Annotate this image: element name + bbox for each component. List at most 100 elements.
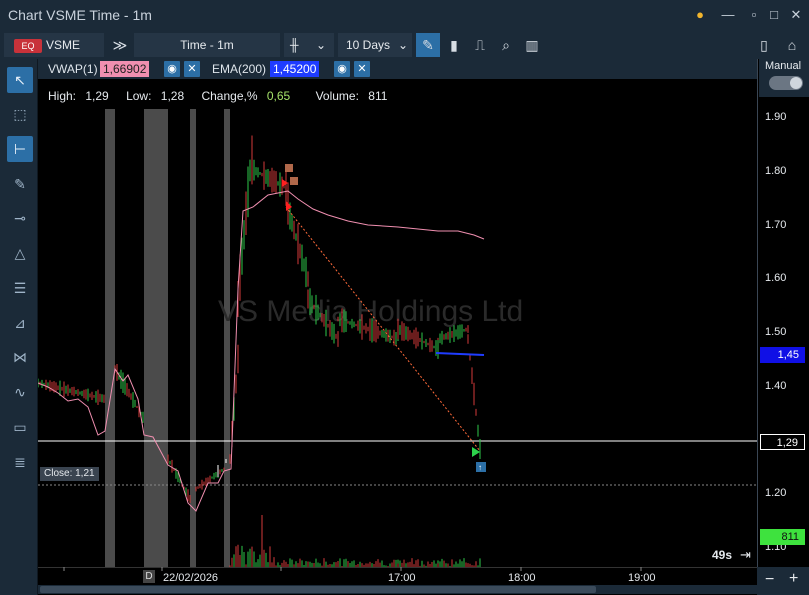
candles-icon: ╫: [290, 38, 299, 52]
zoom-in-icon[interactable]: +: [789, 570, 798, 588]
sell-marker: [282, 179, 288, 187]
fibonacci-icon[interactable]: ☰: [7, 275, 33, 301]
watermark: VS Media Holdings Ltd: [218, 295, 523, 328]
ema-line: [435, 352, 485, 356]
ohlc-stats: High: 1,29 Low: 1,28 Change,% 0,65 Volum…: [48, 89, 393, 103]
day-marker: D: [143, 570, 155, 583]
manual-scale: Manual: [759, 59, 809, 97]
trade-marker: [285, 164, 293, 172]
window-title: Chart VSME Time - 1m: [8, 7, 152, 23]
ema-label: EMA(200): [212, 62, 267, 76]
session-gap: [144, 109, 168, 567]
last-price-badge: 1,29: [760, 434, 805, 450]
time-label: 22/02/2026: [163, 572, 219, 584]
price-tick: 1.90: [765, 111, 787, 123]
pattern-icon[interactable]: ⊿: [7, 310, 33, 336]
list-icon[interactable]: ≣: [7, 449, 33, 475]
time-label: 18:00: [508, 572, 536, 584]
vwap-line: [38, 190, 485, 512]
symbol-label: VSME: [46, 38, 81, 52]
star-icon[interactable]: ●: [690, 5, 710, 25]
triangle-icon[interactable]: △: [7, 240, 33, 266]
maximize-icon[interactable]: □: [764, 5, 784, 25]
change-label: Change,%: [201, 89, 258, 103]
draw-pencil-icon[interactable]: ✎: [416, 33, 440, 57]
buy-marker: [472, 447, 480, 457]
time-label: 19:00: [628, 572, 656, 584]
ema-price-badge: 1,45: [760, 347, 805, 363]
session-gap: [190, 109, 196, 567]
exchange-badge: EQ: [14, 39, 42, 53]
trend-line[interactable]: [285, 206, 481, 452]
chart-canvas[interactable]: VS Media Holdings Ltd ↑: [38, 59, 757, 567]
search-icon[interactable]: ⌕: [494, 33, 518, 57]
ruler-icon[interactable]: ▭: [7, 414, 33, 440]
chevrons-icon[interactable]: ≫: [108, 33, 132, 57]
volume-label: Volume:: [315, 89, 359, 103]
close-marker: Close: 1,21: [40, 467, 99, 481]
eye-icon[interactable]: ◉: [334, 61, 350, 77]
phone-icon[interactable]: ▯: [752, 33, 776, 57]
vwap-label: VWAP(1): [48, 62, 98, 76]
sell-marker: [286, 201, 292, 211]
price-tick: 1.50: [765, 326, 787, 338]
manual-toggle[interactable]: [769, 76, 803, 90]
cursor-icon[interactable]: ↖: [7, 67, 33, 93]
crosshair-range-icon[interactable]: ⊢: [7, 136, 33, 162]
price-tick: 1.60: [765, 272, 787, 284]
gann-icon[interactable]: ⋈: [7, 344, 33, 370]
basket-icon[interactable]: ⌂: [780, 33, 804, 57]
bar-countdown: 49s: [712, 548, 733, 562]
pencil-lock-icon[interactable]: ✎: [7, 171, 33, 197]
low-label: Low:: [126, 89, 152, 103]
manual-label: Manual: [765, 60, 802, 72]
price-tick: 1.40: [765, 380, 787, 392]
minimize-icon[interactable]: —: [718, 5, 738, 25]
toolbar: EQ VSME ≫ Time - 1m ╫ ⌄ 10 Days ⌄ ✎ ▮ ⎍ …: [0, 31, 809, 59]
high-label: High:: [48, 89, 77, 103]
volume-value: 811: [368, 89, 388, 103]
zoom-controls: − +: [757, 567, 809, 595]
price-chart: VS Media Holdings Ltd ↑: [38, 109, 757, 567]
indicator-legend: VWAP(1) 1,66902 ◉ ✕ EMA(200) 1,45200 ◉ ✕: [38, 59, 757, 79]
zoom-out-icon[interactable]: −: [765, 571, 774, 589]
horizontal-line-icon[interactable]: ⊸: [7, 205, 33, 231]
session-gap: [105, 109, 115, 567]
session-gap: [224, 109, 230, 567]
volume-bars: [229, 515, 481, 567]
drawing-tools-sidebar: ↖ ⬚ ⊢ ✎ ⊸ △ ☰ ⊿ ⋈ ∿ ▭ ≣: [0, 59, 38, 595]
elliott-wave-icon[interactable]: ∿: [7, 379, 33, 405]
timeframe-selector[interactable]: Time - 1m: [134, 33, 280, 57]
close-icon[interactable]: ✕: [184, 61, 200, 77]
price-tick: 1.20: [765, 487, 787, 499]
time-label: 17:00: [388, 572, 416, 584]
volume-badge: 811: [760, 529, 805, 545]
chevron-down-icon: ⌄: [398, 38, 409, 52]
scrollbar-thumb[interactable]: [40, 586, 596, 593]
chevron-down-icon: ⌄: [316, 38, 327, 52]
symbol-selector[interactable]: EQ VSME: [4, 33, 104, 57]
high-value: 1,29: [85, 89, 109, 103]
vwap-value: 1,66902: [100, 61, 150, 77]
ema-value: 1,45200: [270, 61, 320, 77]
price-tick: 1.80: [765, 165, 787, 177]
period-label: 10 Days: [346, 38, 391, 52]
eye-icon[interactable]: ◉: [164, 61, 180, 77]
svg-text:↑: ↑: [478, 463, 482, 472]
selection-icon[interactable]: ⬚: [7, 101, 33, 127]
price-tick: 1.70: [765, 219, 787, 231]
indicator-icon[interactable]: ⎍: [468, 33, 492, 57]
grid-icon[interactable]: ▥: [520, 33, 544, 57]
close-icon[interactable]: ✕: [354, 61, 370, 77]
title-bar: Chart VSME Time - 1m ● — ▫ □ ✕: [0, 0, 809, 31]
bar-chart-icon[interactable]: ▮: [442, 33, 466, 57]
chart-window: Chart VSME Time - 1m ● — ▫ □ ✕ EQ VSME ≫…: [0, 0, 809, 595]
change-value: 0,65: [266, 89, 291, 103]
restore-icon[interactable]: ▫: [744, 5, 764, 25]
close-icon[interactable]: ✕: [786, 5, 806, 25]
period-dropdown[interactable]: 10 Days ⌄: [338, 33, 412, 57]
low-value: 1,28: [160, 89, 185, 103]
trade-marker: [290, 177, 298, 185]
scroll-right-icon[interactable]: ⇥: [740, 547, 751, 563]
chart-type-dropdown[interactable]: ╫ ⌄: [284, 33, 334, 57]
